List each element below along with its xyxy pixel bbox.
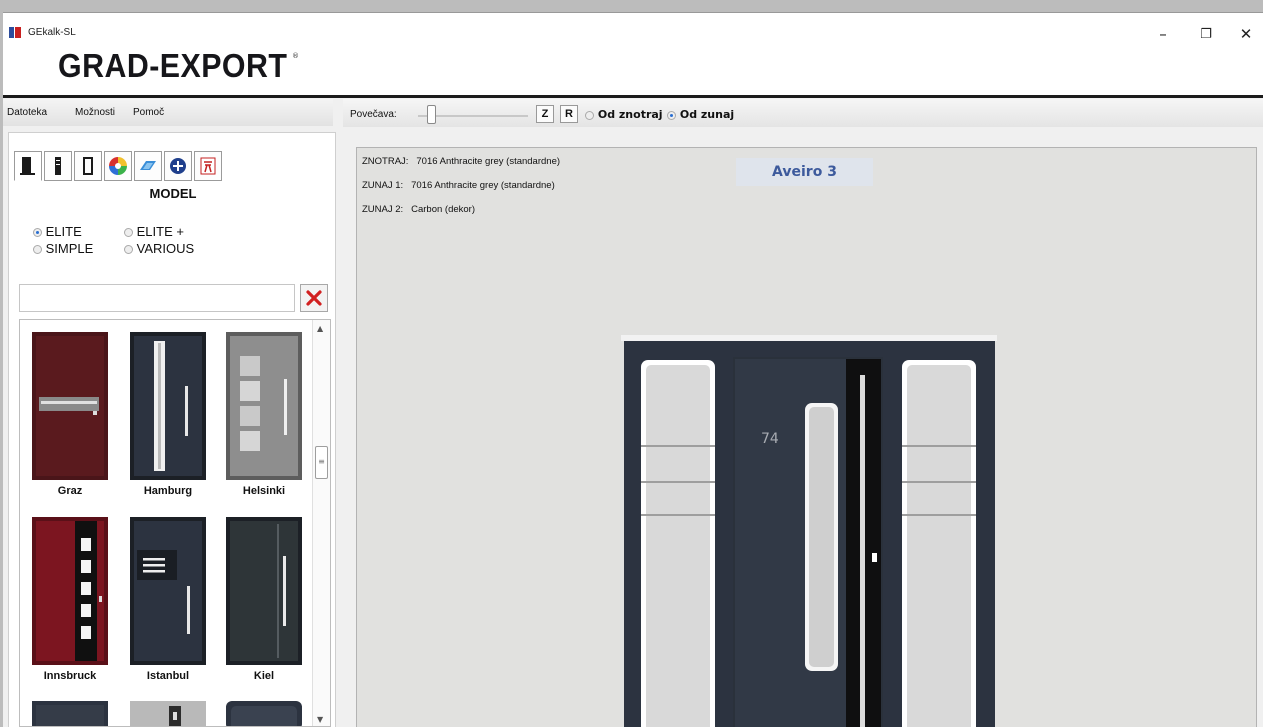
view-toolbar: Povečava: Z R Od znotraj Od zunaj [343, 99, 1263, 127]
model-thumb-label: Graz [57, 485, 83, 497]
view-outside-option[interactable]: Od zunaj [667, 108, 734, 121]
model-thumb-partial[interactable] [129, 700, 207, 726]
model-thumb-label: Kiel [253, 670, 275, 682]
view-outside-radio[interactable] [667, 110, 676, 120]
model-thumb-innsbruck[interactable]: Innsbruck [31, 516, 109, 682]
model-option-label: ELITE + [136, 224, 184, 239]
app-icon [9, 27, 21, 38]
color-wheel-icon [109, 157, 127, 175]
door-preview-innsbruck [32, 517, 108, 665]
model-thumb-label: Istanbul [146, 670, 190, 682]
menu-moznosti[interactable]: Možnosti [75, 107, 115, 118]
model-option-label: ELITE [45, 224, 82, 239]
view-inside-radio[interactable] [585, 110, 594, 120]
outside1-color-info: ZUNAJ 1: 7016 Anthracite grey (standardn… [362, 180, 555, 191]
door-preview-area: ZNOTRAJ: 7016 Anthracite grey (standardn… [356, 147, 1257, 727]
door-preview-istanbul [130, 517, 206, 665]
door-preview-helsinki [226, 332, 302, 480]
model-search-input[interactable] [19, 284, 295, 312]
scrollbar-thumb[interactable]: ≡ [315, 446, 328, 479]
tab-catalog[interactable] [194, 151, 222, 181]
model-option-label: VARIOUS [136, 241, 195, 256]
menu-pomoc[interactable]: Pomoč [133, 107, 164, 118]
door-preview-graz [32, 332, 108, 480]
scroll-up-arrow-icon[interactable]: ▲ [317, 324, 323, 333]
door-preview-partial [130, 701, 206, 726]
model-thumb-kiel[interactable]: Kiel [225, 516, 303, 682]
model-thumb-label: Innsbruck [43, 670, 97, 682]
house-number: 74 [761, 431, 779, 447]
logo-registered-mark: ® [292, 52, 299, 60]
inside-color-label: ZNOTRAJ: [362, 156, 409, 167]
plus-circle-icon [170, 158, 186, 174]
model-thumb-hamburg[interactable]: Hamburg [129, 331, 207, 497]
header-divider [3, 95, 1263, 98]
tab-frame[interactable] [74, 151, 102, 181]
scroll-down-arrow-icon[interactable]: ▼ [317, 715, 323, 724]
catalog-icon [200, 157, 216, 175]
company-logo: GRAD-EXPORT [58, 47, 288, 84]
clear-search-button[interactable] [300, 284, 328, 312]
tab-color[interactable] [104, 151, 132, 181]
zoom-r-button[interactable]: R [560, 105, 578, 123]
model-thumb-label: Hamburg [143, 485, 193, 497]
model-thumb-helsinki[interactable]: Helsinki [225, 331, 303, 497]
tab-add[interactable] [164, 151, 192, 181]
menu-datoteka[interactable]: Datoteka [7, 107, 47, 118]
outside2-color-info: ZUNAJ 2: Carbon (dekor) [362, 204, 475, 215]
restore-button[interactable]: ❐ [1189, 21, 1223, 47]
view-inside-label: Od znotraj [597, 108, 663, 121]
model-thumb-label: Helsinki [242, 485, 286, 497]
model-radio-various[interactable] [124, 245, 133, 255]
door-preview-partial [226, 701, 302, 726]
tab-panel[interactable] [44, 151, 72, 181]
outside2-color-value: Carbon (dekor) [411, 204, 475, 215]
minimize-button[interactable]: – [1146, 21, 1180, 47]
outside1-color-value: 7016 Anthracite grey (standardne) [411, 180, 555, 191]
door-preview-partial [32, 701, 108, 726]
view-inside-option[interactable]: Od znotraj [585, 108, 663, 121]
zoom-z-button[interactable]: Z [536, 105, 554, 123]
view-outside-label: Od zunaj [679, 108, 735, 121]
zoom-label: Povečava: [350, 109, 397, 120]
model-radio-elite[interactable] [33, 228, 42, 238]
door-preview-kiel [226, 517, 302, 665]
outside2-color-label: ZUNAJ 2: [362, 204, 404, 215]
door-icon [20, 157, 35, 175]
model-radio-elite-plus[interactable] [124, 228, 133, 238]
app-window: GEkalk-SL GRAD-EXPORT ® – ❐ ✕ Datoteka M… [3, 12, 1263, 727]
model-thumb-graz[interactable]: Graz [31, 331, 109, 497]
model-option-label: SIMPLE [45, 241, 94, 256]
glass-icon [140, 161, 156, 170]
model-thumb-istanbul[interactable]: Istanbul [129, 516, 207, 682]
close-x-icon [306, 290, 322, 306]
inside-color-info: ZNOTRAJ: 7016 Anthracite grey (standardn… [362, 156, 560, 167]
panel-icon [55, 157, 61, 175]
window-title: GEkalk-SL [28, 27, 76, 38]
model-title: MODEL [149, 186, 197, 201]
model-option-simple[interactable]: SIMPLE [33, 241, 93, 256]
model-thumb-partial[interactable] [225, 700, 303, 726]
close-button[interactable]: ✕ [1229, 21, 1263, 47]
outside1-color-label: ZUNAJ 1: [362, 180, 404, 191]
zoom-slider-thumb[interactable] [427, 105, 437, 124]
title-bar: GEkalk-SL GRAD-EXPORT ® – ❐ ✕ [3, 13, 1263, 95]
inside-color-value: 7016 Anthracite grey (standardne) [416, 156, 561, 167]
door-render: 74 [621, 335, 997, 727]
model-option-elite-plus[interactable]: ELITE + [124, 224, 184, 239]
gallery-grid: Graz Hamburg Helsinki Innsbruck Istanbul… [20, 320, 310, 726]
door-preview-hamburg [130, 332, 206, 480]
model-thumb-partial[interactable] [31, 700, 109, 726]
model-option-elite[interactable]: ELITE [33, 224, 82, 239]
model-option-various[interactable]: VARIOUS [124, 241, 194, 256]
frame-icon [83, 157, 93, 175]
tab-glass[interactable] [134, 151, 162, 181]
tab-door[interactable] [14, 151, 42, 181]
gallery-scrollbar[interactable]: ▲ ≡ ▼ [312, 320, 330, 726]
model-panel: MODEL ELITE ELITE + SIMPLE VARIOUS Graz … [8, 132, 336, 727]
model-gallery: Graz Hamburg Helsinki Innsbruck Istanbul… [19, 319, 331, 727]
menu-bar: Datoteka Možnosti Pomoč [3, 99, 333, 126]
selected-model-name: Aveiro 3 [736, 158, 873, 186]
model-radio-simple[interactable] [33, 245, 42, 255]
